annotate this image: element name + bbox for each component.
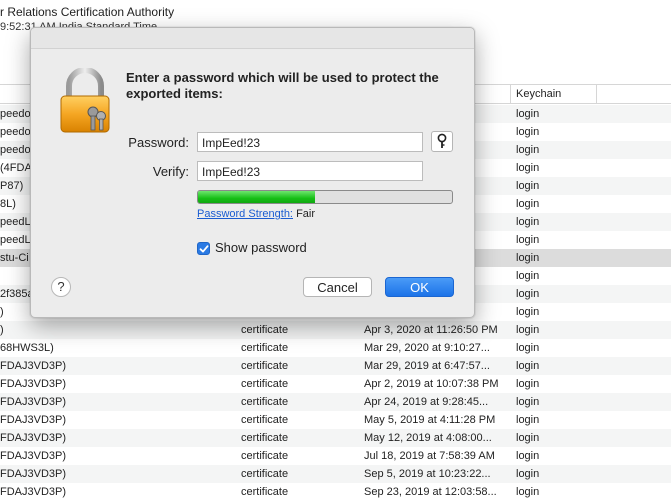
cell-keychain: login (516, 414, 540, 426)
ok-button[interactable]: OK (385, 277, 454, 297)
cell-keychain: login (516, 126, 540, 138)
cell-keychain: login (516, 216, 540, 228)
password-strength-link[interactable]: Password Strength: (197, 208, 293, 220)
dialog-titlebar (31, 28, 474, 49)
cell-keychain: login (516, 360, 540, 372)
cell-name: 68HWS3L) (0, 342, 54, 354)
certificate-title: r Relations Certification Authority (0, 5, 175, 19)
cell-date: Mar 29, 2020 at 9:10:27... (364, 342, 490, 354)
cell-keychain: login (516, 252, 540, 264)
verify-label: Verify: (152, 164, 189, 179)
cell-keychain: login (516, 342, 540, 354)
table-row[interactable]: FDAJ3VD3P) certificate Apr 24, 2019 at 9:2… (0, 393, 671, 411)
cell-date: Apr 3, 2020 at 11:26:50 PM (364, 324, 498, 336)
table-row[interactable]: FDAJ3VD3P) certificate Sep 5, 2019 at 10:2… (0, 465, 671, 483)
cell-keychain: login (516, 288, 540, 300)
table-row[interactable]: 68HWS3L) certificate Mar 29, 2020 at 9:10:… (0, 339, 671, 357)
cell-name: FDAJ3VD3P) (0, 378, 67, 390)
cell-date: May 5, 2019 at 4:11:28 PM (364, 414, 496, 426)
show-password-checkbox[interactable] (197, 242, 210, 255)
cell-kind: certificate (241, 378, 289, 390)
password-strength: Password Strength: Fair (197, 208, 315, 220)
cell-kind: certificate (241, 468, 289, 480)
help-button[interactable]: ? (51, 277, 71, 297)
cell-date: Jul 18, 2019 at 7:58:39 AM (364, 450, 495, 462)
cell-kind: certificate (241, 414, 289, 426)
table-row[interactable]: FDAJ3VD3P) certificate Sep 23, 2019 at 12:… (0, 483, 671, 501)
cell-date: Sep 5, 2019 at 10:23:22... (364, 468, 491, 480)
password-assistant-button[interactable] (431, 131, 453, 152)
cell-date: Sep 23, 2019 at 12:03:58... (364, 486, 497, 498)
checkmark-icon (199, 245, 209, 253)
cell-kind: certificate (241, 486, 289, 498)
cell-keychain: login (516, 162, 540, 174)
cell-kind: certificate (241, 396, 289, 408)
cell-keychain: login (516, 108, 540, 120)
cell-name: FDAJ3VD3P) (0, 414, 67, 426)
cell-name: FDAJ3VD3P) (0, 396, 67, 408)
cell-keychain: login (516, 486, 540, 498)
cell-kind: certificate (241, 342, 289, 354)
dialog-prompt: Enter a password which will be used to p… (126, 70, 439, 101)
table-row[interactable]: FDAJ3VD3P) certificate May 5, 2019 at 4:11… (0, 411, 671, 429)
cell-keychain: login (516, 324, 540, 336)
cell-kind: certificate (241, 432, 289, 444)
cell-name: FDAJ3VD3P) (0, 450, 67, 462)
cell-keychain: login (516, 270, 540, 282)
password-strength-value: Fair (296, 208, 316, 220)
cell-kind: certificate (241, 324, 289, 336)
table-row[interactable]: FDAJ3VD3P) certificate Mar 29, 2019 at 6:4… (0, 357, 671, 375)
cell-date: Mar 29, 2019 at 6:47:57... (364, 360, 490, 372)
cell-keychain: login (516, 144, 540, 156)
password-label: Password: (128, 135, 189, 150)
password-strength-fill (198, 191, 315, 203)
cell-kind: certificate (241, 450, 289, 462)
cell-keychain: login (516, 432, 540, 444)
cell-name: FDAJ3VD3P) (0, 360, 67, 372)
cell-name: FDAJ3VD3P) (0, 468, 67, 480)
cell-date: Apr 24, 2019 at 9:28:45... (364, 396, 489, 408)
cell-keychain: login (516, 306, 540, 318)
table-row[interactable]: ) certificate Apr 3, 2020 at 11:26:50 PM lo… (0, 321, 671, 339)
export-password-dialog: Enter a password which will be used to p… (30, 27, 475, 318)
key-icon (437, 133, 447, 148)
cell-name: FDAJ3VD3P) (0, 486, 67, 498)
cell-kind: certificate (241, 360, 289, 372)
cell-keychain: login (516, 234, 540, 246)
cell-keychain: login (516, 198, 540, 210)
column-extra (596, 85, 671, 103)
cell-date: May 12, 2019 at 4:08:00... (364, 432, 492, 444)
cell-keychain: login (516, 396, 540, 408)
table-row[interactable]: FDAJ3VD3P) certificate Jul 18, 2019 at 7:5… (0, 447, 671, 465)
password-strength-meter (197, 190, 453, 204)
column-keychain[interactable]: Keychain (510, 85, 602, 103)
table-row[interactable]: FDAJ3VD3P) certificate May 12, 2019 at 4:0… (0, 429, 671, 447)
lock-icon (60, 68, 110, 133)
password-field[interactable]: ImpEed!23 (197, 132, 423, 152)
cell-date: Apr 2, 2019 at 10:07:38 PM (364, 378, 499, 390)
show-password-label[interactable]: Show password (215, 240, 307, 255)
cell-keychain: login (516, 378, 540, 390)
verify-field[interactable]: ImpEed!23 (197, 161, 423, 181)
cell-name: ) (0, 324, 4, 336)
cell-keychain: login (516, 180, 540, 192)
cell-keychain: login (516, 468, 540, 480)
table-row[interactable]: FDAJ3VD3P) certificate Apr 2, 2019 at 10:0… (0, 375, 671, 393)
cell-keychain: login (516, 450, 540, 462)
cell-name: FDAJ3VD3P) (0, 432, 67, 444)
cancel-button[interactable]: Cancel (303, 277, 372, 297)
